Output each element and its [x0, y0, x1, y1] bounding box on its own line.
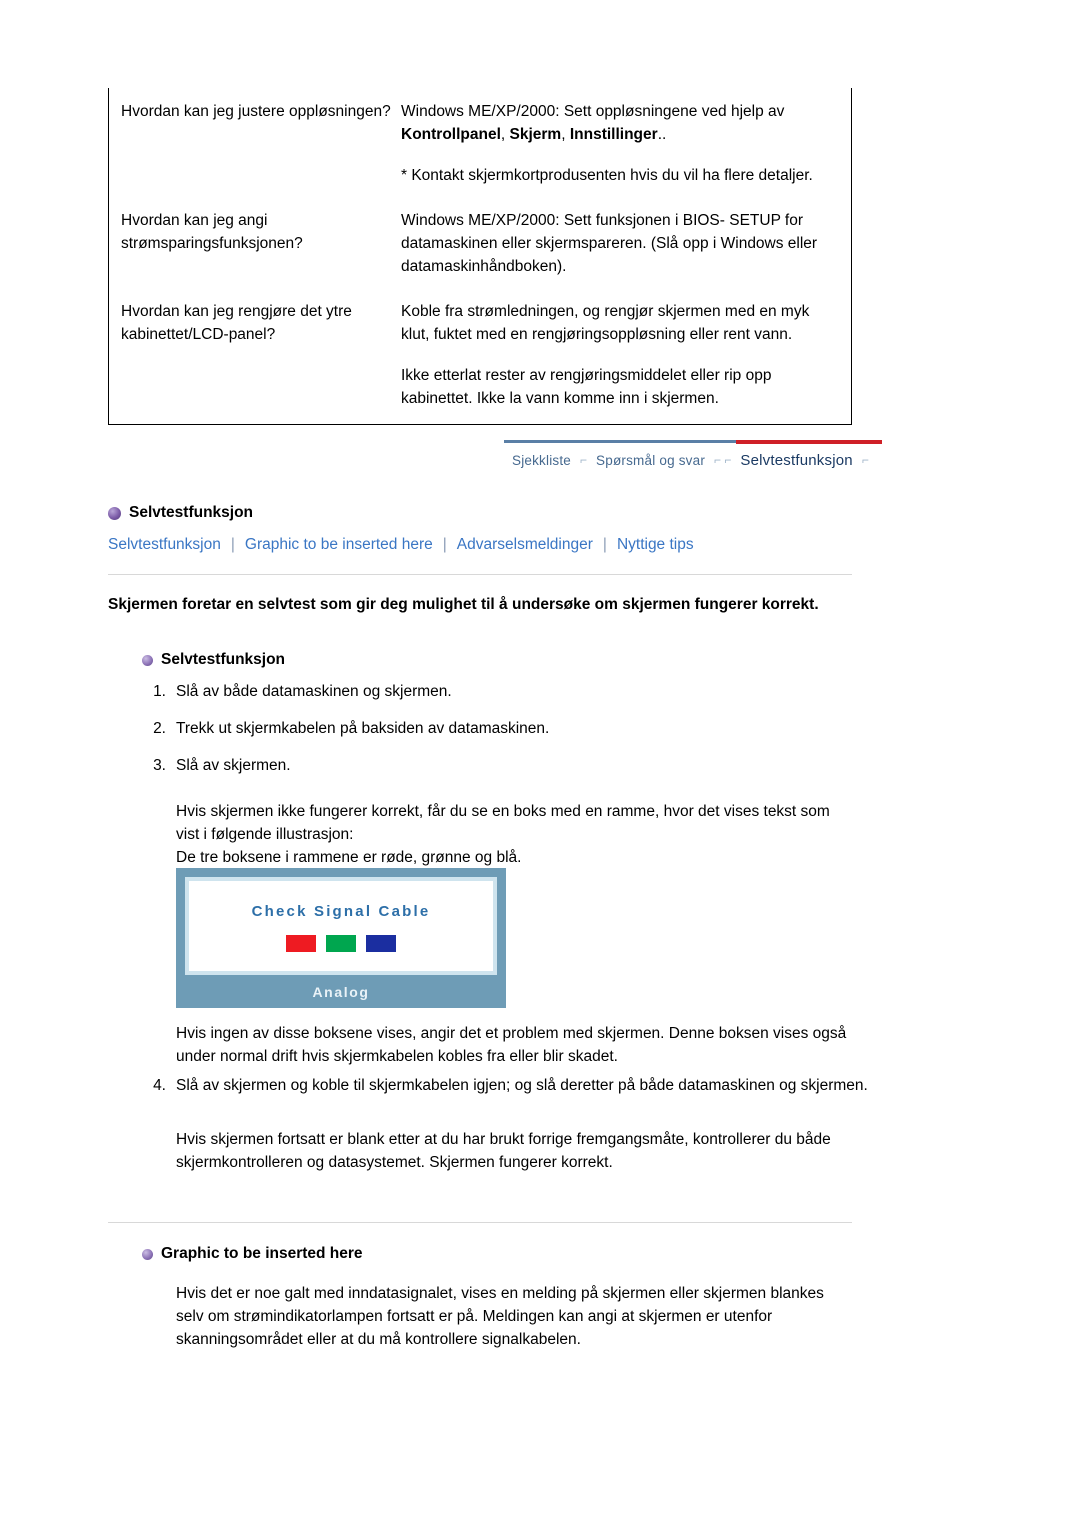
faq-answer-text: Windows ME/XP/2000: Sett funksjonen i BI…: [401, 212, 818, 275]
list-item-text: Slå av skjermen og koble til skjermkabel…: [176, 1077, 868, 1094]
sublink-divider: |: [230, 536, 235, 553]
navbar-rule-right: [736, 440, 882, 444]
selftest-color-swatches: [189, 935, 493, 952]
bullet-icon: [142, 654, 153, 666]
section-heading-text: Selvtestfunksjon: [129, 504, 254, 521]
list-item: 1. Slå av både datamaskinen og skjermen.: [148, 680, 868, 703]
faq-question-text: Hvordan kan jeg rengjøre det ytre kabine…: [121, 303, 352, 343]
navbar-items: Sjekkliste ⌐ Spørsmål og svar ⌐ ⌐ Selvte…: [504, 446, 882, 474]
divider: [108, 574, 852, 575]
subsection-heading-selvtestfunksjon: Selvtestfunksjon: [142, 651, 285, 669]
list-item-text: Slå av skjermen.: [176, 757, 291, 774]
faq-question: Hvordan kan jeg rengjøre det ytre kabine…: [109, 300, 401, 346]
section-heading: Selvtestfunksjon: [108, 504, 253, 522]
subsection-heading-graphic: Graphic to be inserted here: [142, 1245, 363, 1263]
sublink-nyttige-tips[interactable]: Nyttige tips: [617, 536, 694, 554]
faq-answer-bold-2: Skjerm: [509, 126, 562, 143]
faq-answer-note: Ikke etterlat rester av rengjøringsmidde…: [401, 367, 772, 407]
list-item-number: 1.: [153, 683, 166, 700]
document-page: Hvordan kan jeg justere oppløsningen? Wi…: [0, 0, 1080, 1528]
table-row: Hvordan kan jeg rengjøre det ytre kabine…: [109, 300, 851, 410]
sublink-selvtestfunksjon[interactable]: Selvtestfunksjon: [108, 536, 221, 554]
faq-question: Hvordan kan jeg justere oppløsningen?: [109, 100, 401, 123]
list-item-number: 4.: [153, 1077, 166, 1094]
sublink-graphic-to-be-inserted-here[interactable]: Graphic to be inserted here: [245, 536, 433, 554]
nav-separator-icon: ⌐: [580, 453, 588, 467]
list-item: 3. Slå av skjermen.: [148, 754, 868, 777]
faq-answer-bold-1: Kontrollpanel: [401, 126, 501, 143]
table-row: Hvordan kan jeg justere oppløsningen? Wi…: [109, 100, 851, 187]
faq-answer-text: Koble fra strømledningen, og rengjør skj…: [401, 303, 810, 343]
paragraph-after-illustration: Hvis ingen av disse boksene vises, angir…: [176, 1025, 847, 1065]
paragraph-after-step-3: Hvis skjermen ikke fungerer korrekt, får…: [176, 803, 830, 866]
subsection-heading-text: Graphic to be inserted here: [161, 1245, 363, 1262]
swatch-blue: [366, 935, 396, 952]
faq-question: Hvordan kan jeg angi strømsparingsfunksj…: [109, 209, 401, 255]
list-item: 2. Trekk ut skjermkabelen på baksiden av…: [148, 717, 868, 740]
section-navbar: Sjekkliste ⌐ Spørsmål og svar ⌐ ⌐ Selvte…: [504, 440, 882, 476]
navbar-rule-left: [504, 440, 736, 443]
faq-answer-line-2: Kontrollpanel, Skjerm, Innstillinger..: [401, 126, 667, 143]
list-item-number: 2.: [153, 720, 166, 737]
sublink-divider: |: [602, 536, 607, 553]
faq-answer-line-1: Windows ME/XP/2000: Sett oppløsningene v…: [401, 103, 785, 120]
list-item: 4. Slå av skjermen og koble til skjermka…: [148, 1074, 868, 1097]
final-paragraph: Hvis det er noe galt med inndatasignalet…: [176, 1285, 824, 1348]
nav-item-selvtestfunksjon[interactable]: Selvtestfunksjon: [732, 452, 860, 469]
nav-item-sjekkliste[interactable]: Sjekkliste: [504, 453, 579, 468]
nav-separator-icon: ⌐: [861, 453, 869, 467]
section-statement: Skjermen foretar en selvtest som gir deg…: [108, 596, 819, 613]
paragraph-after-step-4: Hvis skjermen fortsatt er blank etter at…: [176, 1131, 831, 1171]
section-sublinks: Selvtestfunksjon | Graphic to be inserte…: [108, 536, 868, 554]
list-item-number: 3.: [153, 757, 166, 774]
faq-answer: Windows ME/XP/2000: Sett oppløsningene v…: [401, 100, 851, 187]
steps-list-continued: 4. Slå av skjermen og koble til skjermka…: [148, 1074, 868, 1111]
bullet-icon: [108, 506, 121, 520]
nav-item-sporsmal-og-svar[interactable]: Spørsmål og svar: [588, 453, 713, 468]
sublink-advarselsmeldinger[interactable]: Advarselsmeldinger: [457, 536, 593, 554]
faq-answer-note: * Kontakt skjermkortprodusenten hvis du …: [401, 167, 813, 184]
faq-answer: Koble fra strømledningen, og rengjør skj…: [401, 300, 851, 410]
list-item-text: Slå av både datamaskinen og skjermen.: [176, 683, 452, 700]
divider: [108, 1222, 852, 1223]
sublink-divider: |: [442, 536, 447, 553]
faq-answer-bold-3: Innstillinger: [569, 126, 658, 143]
selftest-mode-label: Analog: [312, 984, 370, 1000]
selftest-screen: Check Signal Cable: [185, 877, 497, 975]
bullet-icon: [142, 1248, 153, 1260]
list-item-text: Trekk ut skjermkabelen på baksiden av da…: [176, 720, 550, 737]
swatch-red: [286, 935, 316, 952]
faq-question-text: Hvordan kan jeg angi strømsparingsfunksj…: [121, 212, 303, 252]
nav-separator-icon: ⌐ ⌐: [714, 453, 732, 467]
table-row: Hvordan kan jeg angi strømsparingsfunksj…: [109, 209, 851, 278]
steps-list: 1. Slå av både datamaskinen og skjermen.…: [148, 680, 868, 791]
faq-table: Hvordan kan jeg justere oppløsningen? Wi…: [108, 88, 852, 425]
faq-question-text: Hvordan kan jeg justere oppløsningen?: [121, 103, 391, 120]
faq-answer: Windows ME/XP/2000: Sett funksjonen i BI…: [401, 209, 851, 278]
swatch-green: [326, 935, 356, 952]
selftest-illustration: Check Signal Cable Analog: [176, 868, 506, 1008]
subsection-heading-text: Selvtestfunksjon: [161, 651, 286, 668]
selftest-message: Check Signal Cable: [251, 903, 431, 920]
